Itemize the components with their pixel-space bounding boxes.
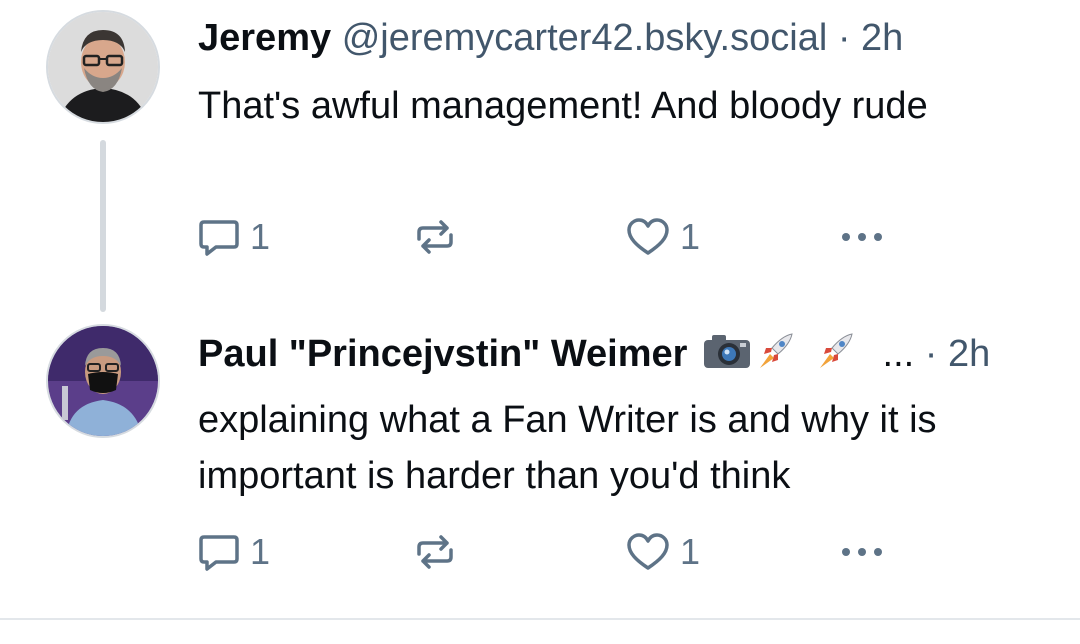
- name-emojis: [702, 328, 872, 384]
- post-header: Paul "Princejvstin" Weimer ... · 2h: [198, 328, 990, 376]
- speech-bubble-icon: [199, 220, 239, 256]
- camera-icon: [703, 335, 750, 368]
- like-button[interactable]: 1: [626, 532, 700, 572]
- post-actions: 1 1: [198, 532, 918, 572]
- more-options-button[interactable]: [838, 532, 888, 572]
- like-count: 1: [680, 531, 701, 572]
- heart-outline-icon: [627, 533, 669, 570]
- separator-dot: ·: [924, 333, 938, 376]
- post-time[interactable]: 2h: [861, 17, 903, 59]
- repost-arrows-icon: [417, 220, 453, 254]
- post-text: explaining what a Fan Writer is and why …: [198, 399, 937, 497]
- author-name[interactable]: Paul "Princejvstin" Weimer: [198, 333, 687, 375]
- ellipsis-icon: [842, 548, 882, 556]
- speech-bubble-icon: [199, 535, 239, 571]
- author-handle[interactable]: @jeremycarter42.bsky.social: [342, 17, 828, 59]
- more-options-button[interactable]: [838, 217, 888, 257]
- repost-arrows-icon: [417, 535, 453, 569]
- name-overflow-ellipsis: ...: [882, 333, 915, 376]
- repost-button[interactable]: [413, 532, 457, 572]
- rocket-icon: [759, 333, 793, 368]
- thread-connector-line: [100, 140, 106, 312]
- rocket-icon: [819, 333, 853, 368]
- avatar-jeremy[interactable]: [46, 10, 160, 124]
- reply-count: 1: [250, 216, 271, 257]
- ellipsis-icon: [842, 233, 882, 241]
- heart-outline-icon: [627, 218, 669, 255]
- post-time[interactable]: 2h: [948, 333, 990, 375]
- author-name[interactable]: Jeremy: [198, 17, 331, 59]
- reply-button[interactable]: 1: [198, 532, 270, 572]
- separator-dot: ·: [837, 17, 851, 59]
- feed-divider: [0, 618, 1080, 620]
- like-count: 1: [680, 216, 701, 257]
- avatar-image: [48, 12, 158, 122]
- reply-button[interactable]: 1: [198, 217, 270, 257]
- post-header: Jeremy @jeremycarter42.bsky.social · 2h: [198, 14, 903, 62]
- avatar-paul[interactable]: [46, 324, 160, 438]
- post-jeremy[interactable]: Jeremy @jeremycarter42.bsky.social · 2h …: [0, 0, 1080, 312]
- avatar-image: [48, 326, 158, 436]
- post-text: That's awful management! And bloody rude: [198, 85, 928, 127]
- post-actions: 1 1: [198, 217, 918, 257]
- repost-button[interactable]: [413, 217, 457, 257]
- like-button[interactable]: 1: [626, 217, 700, 257]
- reply-count: 1: [250, 531, 271, 572]
- post-paul[interactable]: Paul "Princejvstin" Weimer ... · 2h expl…: [0, 310, 1080, 610]
